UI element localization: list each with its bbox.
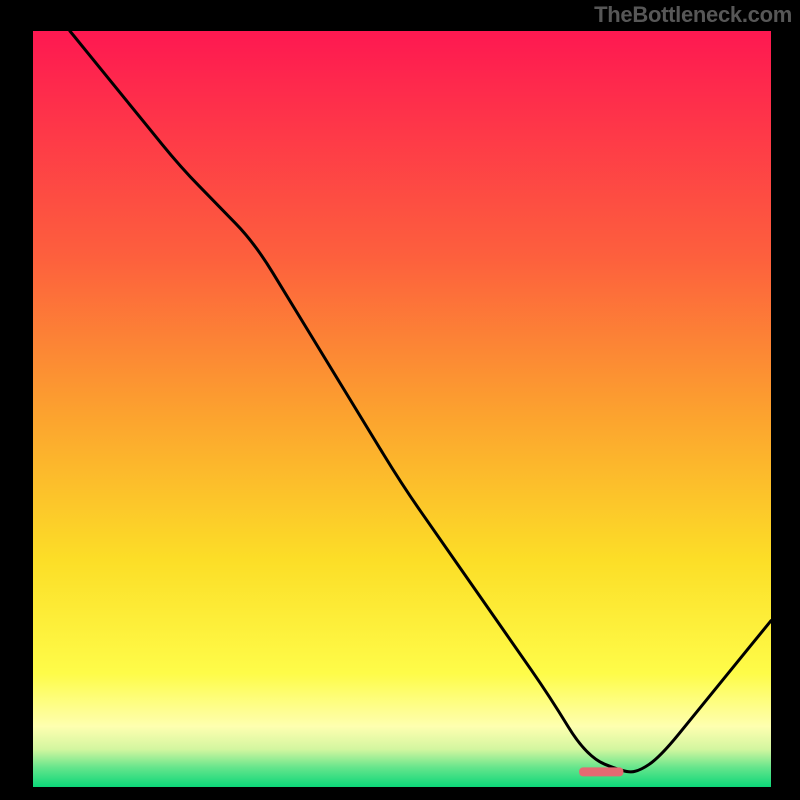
optimal-point-marker (579, 767, 623, 776)
plot-background (33, 31, 771, 787)
chart-container: TheBottleneck.com (0, 0, 800, 800)
watermark-text: TheBottleneck.com (594, 2, 792, 28)
bottleneck-chart (0, 0, 800, 800)
